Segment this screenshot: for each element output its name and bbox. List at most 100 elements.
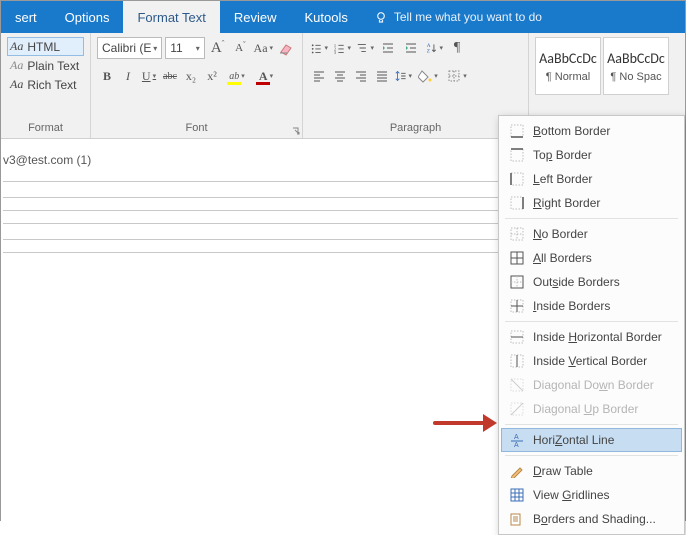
ribbon-tabs: sert Options Format Text Review Kutools … [1, 1, 685, 33]
menu-top-border[interactable]: Top Border [501, 143, 682, 167]
font-size-combo[interactable]: 11▾ [165, 37, 205, 59]
tab-format-text[interactable]: Format Text [123, 1, 219, 33]
dec-indent-button[interactable] [378, 37, 398, 59]
multilevel-button[interactable] [355, 37, 375, 59]
group-label-format: Format [7, 120, 84, 136]
gridlines-icon [509, 487, 525, 503]
menu-separator [505, 218, 678, 219]
eraser-icon [278, 40, 294, 56]
font-name-combo[interactable]: Calibri (E▾ [97, 37, 162, 59]
format-rich[interactable]: AaRich Text [7, 75, 84, 94]
menu-outside-borders[interactable]: Outside Borders [501, 270, 682, 294]
group-label-font: Font [97, 120, 296, 136]
menu-separator [505, 321, 678, 322]
pencil-icon [509, 463, 525, 479]
font-color-button[interactable]: A [252, 65, 280, 87]
shrink-font-button[interactable]: Aˇ [231, 37, 251, 59]
menu-inside-vertical[interactable]: Inside Vertical Border [501, 349, 682, 373]
bullets-icon [310, 41, 322, 55]
borders-shading-icon [509, 511, 525, 527]
align-left-icon [312, 69, 326, 83]
menu-separator [505, 455, 678, 456]
bullets-button[interactable] [309, 37, 329, 59]
line-spacing-icon [394, 69, 406, 83]
sort-icon: AZ [425, 41, 437, 55]
horizontal-line-icon: AA [509, 432, 525, 448]
group-font: Calibri (E▾ 11▾ Aˆ Aˇ Aa B I U abc x₂ x²… [91, 33, 303, 138]
border-top-icon [509, 147, 525, 163]
tell-me-search[interactable]: Tell me what you want to do [362, 10, 554, 24]
clear-format-button[interactable] [276, 37, 296, 59]
menu-left-border[interactable]: Left Border [501, 167, 682, 191]
menu-inside-borders[interactable]: Inside Borders [501, 294, 682, 318]
highlight-button[interactable]: ab [223, 65, 251, 87]
borders-icon [447, 69, 461, 83]
border-left-icon [509, 171, 525, 187]
sort-button[interactable]: AZ [424, 37, 444, 59]
border-all-icon [509, 250, 525, 266]
svg-text:A: A [514, 442, 519, 447]
menu-right-border[interactable]: Right Border [501, 191, 682, 215]
borders-button[interactable] [443, 65, 471, 87]
menu-horizontal-line[interactable]: AAHoriZontal Line [501, 428, 682, 452]
menu-diagonal-up: Diagonal Up Border [501, 397, 682, 421]
bold-button[interactable]: B [97, 65, 117, 87]
group-label-paragraph: Paragraph [309, 120, 522, 136]
border-outside-icon [509, 274, 525, 290]
style-normal[interactable]: AaBbCcDc¶ Normal [535, 37, 601, 95]
numbering-button[interactable]: 123 [332, 37, 352, 59]
format-html[interactable]: AaHTML [7, 37, 84, 56]
chevron-down-icon: ▾ [153, 44, 157, 53]
numbering-icon: 123 [333, 41, 345, 55]
align-right-icon [354, 69, 368, 83]
style-no-spacing[interactable]: AaBbCcDc¶ No Spac [603, 37, 669, 95]
tab-insert[interactable]: sert [1, 1, 51, 33]
underline-button[interactable]: U [139, 65, 159, 87]
tab-options[interactable]: Options [51, 1, 124, 33]
menu-inside-horizontal[interactable]: Inside Horizontal Border [501, 325, 682, 349]
border-none-icon [509, 226, 525, 242]
show-marks-button[interactable]: ¶ [447, 37, 467, 59]
bulb-icon [374, 10, 388, 24]
menu-no-border[interactable]: No Border [501, 222, 682, 246]
menu-draw-table[interactable]: Draw Table [501, 459, 682, 483]
align-right-button[interactable] [351, 65, 371, 87]
borders-dropdown: Bottom Border Top Border Left Border Rig… [498, 115, 685, 535]
border-diag-up-icon [509, 401, 525, 417]
border-inside-icon [509, 298, 525, 314]
dialog-launcher-icon[interactable] [292, 127, 300, 135]
inc-indent-button[interactable] [401, 37, 421, 59]
menu-all-borders[interactable]: All Borders [501, 246, 682, 270]
border-bottom-icon [509, 123, 525, 139]
group-format: AaHTML AaPlain Text AaRich Text Format [1, 33, 91, 138]
format-plain[interactable]: AaPlain Text [7, 56, 84, 75]
inc-indent-icon [404, 41, 418, 55]
menu-bottom-border[interactable]: Bottom Border [501, 119, 682, 143]
grow-font-button[interactable]: Aˆ [208, 37, 228, 59]
group-paragraph: 123 AZ ¶ Paragraph [303, 33, 529, 138]
menu-view-gridlines[interactable]: View Gridlines [501, 483, 682, 507]
justify-icon [375, 69, 389, 83]
change-case-button[interactable]: Aa [253, 37, 273, 59]
line-spacing-button[interactable] [393, 65, 413, 87]
justify-button[interactable] [372, 65, 392, 87]
tab-kutools[interactable]: Kutools [291, 1, 362, 33]
italic-button[interactable]: I [118, 65, 138, 87]
menu-borders-shading[interactable]: Borders and Shading... [501, 507, 682, 531]
tab-review[interactable]: Review [220, 1, 291, 33]
strike-button[interactable]: abc [160, 65, 180, 87]
subscript-button[interactable]: x₂ [181, 65, 201, 87]
chevron-down-icon: ▾ [196, 44, 200, 53]
align-left-button[interactable] [309, 65, 329, 87]
menu-separator [505, 424, 678, 425]
superscript-button[interactable]: x² [202, 65, 222, 87]
shading-button[interactable] [414, 65, 442, 87]
menu-diagonal-down: Diagonal Down Border [501, 373, 682, 397]
multilevel-icon [356, 41, 368, 55]
bucket-icon [418, 69, 432, 83]
border-diag-down-icon [509, 377, 525, 393]
align-center-button[interactable] [330, 65, 350, 87]
border-right-icon [509, 195, 525, 211]
svg-text:Z: Z [427, 48, 430, 54]
border-inside-v-icon [509, 353, 525, 369]
